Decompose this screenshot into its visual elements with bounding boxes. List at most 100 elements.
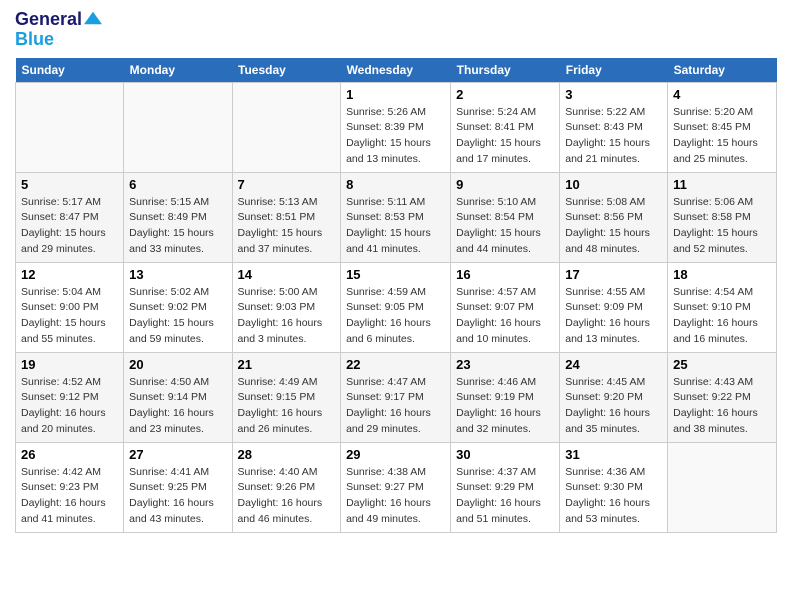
calendar-cell: 2 Sunrise: 5:24 AMSunset: 8:41 PMDayligh…	[451, 82, 560, 172]
calendar-cell: 21 Sunrise: 4:49 AMSunset: 9:15 PMDaylig…	[232, 352, 341, 442]
calendar-week-row: 12 Sunrise: 5:04 AMSunset: 9:00 PMDaylig…	[16, 262, 777, 352]
calendar-cell: 15 Sunrise: 4:59 AMSunset: 9:05 PMDaylig…	[341, 262, 451, 352]
day-info: Sunrise: 4:52 AMSunset: 9:12 PMDaylight:…	[21, 375, 118, 438]
day-number: 3	[565, 87, 662, 102]
logo-text: General	[15, 10, 102, 30]
calendar-cell: 13 Sunrise: 5:02 AMSunset: 9:02 PMDaylig…	[124, 262, 232, 352]
weekday-header-cell: Saturday	[668, 58, 777, 83]
day-info: Sunrise: 5:15 AMSunset: 8:49 PMDaylight:…	[129, 195, 226, 258]
day-info: Sunrise: 5:13 AMSunset: 8:51 PMDaylight:…	[238, 195, 336, 258]
day-info: Sunrise: 5:11 AMSunset: 8:53 PMDaylight:…	[346, 195, 445, 258]
day-number: 22	[346, 357, 445, 372]
day-info: Sunrise: 5:10 AMSunset: 8:54 PMDaylight:…	[456, 195, 554, 258]
calendar-cell: 23 Sunrise: 4:46 AMSunset: 9:19 PMDaylig…	[451, 352, 560, 442]
day-number: 28	[238, 447, 336, 462]
calendar-cell: 6 Sunrise: 5:15 AMSunset: 8:49 PMDayligh…	[124, 172, 232, 262]
day-number: 21	[238, 357, 336, 372]
calendar-cell: 9 Sunrise: 5:10 AMSunset: 8:54 PMDayligh…	[451, 172, 560, 262]
calendar-cell: 4 Sunrise: 5:20 AMSunset: 8:45 PMDayligh…	[668, 82, 777, 172]
logo-blue: Blue	[15, 30, 102, 50]
day-number: 4	[673, 87, 771, 102]
day-number: 20	[129, 357, 226, 372]
day-info: Sunrise: 5:02 AMSunset: 9:02 PMDaylight:…	[129, 285, 226, 348]
day-info: Sunrise: 5:00 AMSunset: 9:03 PMDaylight:…	[238, 285, 336, 348]
calendar-cell: 5 Sunrise: 5:17 AMSunset: 8:47 PMDayligh…	[16, 172, 124, 262]
day-info: Sunrise: 4:40 AMSunset: 9:26 PMDaylight:…	[238, 465, 336, 528]
calendar-cell: 27 Sunrise: 4:41 AMSunset: 9:25 PMDaylig…	[124, 442, 232, 532]
calendar-cell: 10 Sunrise: 5:08 AMSunset: 8:56 PMDaylig…	[560, 172, 668, 262]
weekday-header-cell: Tuesday	[232, 58, 341, 83]
day-info: Sunrise: 4:49 AMSunset: 9:15 PMDaylight:…	[238, 375, 336, 438]
day-info: Sunrise: 5:24 AMSunset: 8:41 PMDaylight:…	[456, 105, 554, 168]
calendar-cell	[124, 82, 232, 172]
day-number: 16	[456, 267, 554, 282]
calendar-cell	[232, 82, 341, 172]
day-info: Sunrise: 4:47 AMSunset: 9:17 PMDaylight:…	[346, 375, 445, 438]
logo: General Blue	[15, 10, 102, 50]
day-info: Sunrise: 4:43 AMSunset: 9:22 PMDaylight:…	[673, 375, 771, 438]
day-number: 14	[238, 267, 336, 282]
day-info: Sunrise: 4:36 AMSunset: 9:30 PMDaylight:…	[565, 465, 662, 528]
calendar-week-row: 26 Sunrise: 4:42 AMSunset: 9:23 PMDaylig…	[16, 442, 777, 532]
calendar-cell: 7 Sunrise: 5:13 AMSunset: 8:51 PMDayligh…	[232, 172, 341, 262]
day-info: Sunrise: 4:42 AMSunset: 9:23 PMDaylight:…	[21, 465, 118, 528]
day-number: 24	[565, 357, 662, 372]
weekday-header-row: SundayMondayTuesdayWednesdayThursdayFrid…	[16, 58, 777, 83]
calendar-cell: 22 Sunrise: 4:47 AMSunset: 9:17 PMDaylig…	[341, 352, 451, 442]
calendar-cell: 1 Sunrise: 5:26 AMSunset: 8:39 PMDayligh…	[341, 82, 451, 172]
calendar-cell: 18 Sunrise: 4:54 AMSunset: 9:10 PMDaylig…	[668, 262, 777, 352]
day-info: Sunrise: 5:06 AMSunset: 8:58 PMDaylight:…	[673, 195, 771, 258]
calendar-cell: 25 Sunrise: 4:43 AMSunset: 9:22 PMDaylig…	[668, 352, 777, 442]
day-number: 26	[21, 447, 118, 462]
day-number: 19	[21, 357, 118, 372]
day-number: 12	[21, 267, 118, 282]
calendar-cell: 24 Sunrise: 4:45 AMSunset: 9:20 PMDaylig…	[560, 352, 668, 442]
day-info: Sunrise: 5:08 AMSunset: 8:56 PMDaylight:…	[565, 195, 662, 258]
day-number: 18	[673, 267, 771, 282]
day-number: 11	[673, 177, 771, 192]
day-info: Sunrise: 4:38 AMSunset: 9:27 PMDaylight:…	[346, 465, 445, 528]
day-number: 6	[129, 177, 226, 192]
day-number: 7	[238, 177, 336, 192]
day-info: Sunrise: 4:45 AMSunset: 9:20 PMDaylight:…	[565, 375, 662, 438]
day-number: 17	[565, 267, 662, 282]
day-info: Sunrise: 4:46 AMSunset: 9:19 PMDaylight:…	[456, 375, 554, 438]
day-info: Sunrise: 5:22 AMSunset: 8:43 PMDaylight:…	[565, 105, 662, 168]
calendar-cell: 12 Sunrise: 5:04 AMSunset: 9:00 PMDaylig…	[16, 262, 124, 352]
calendar-body: 1 Sunrise: 5:26 AMSunset: 8:39 PMDayligh…	[16, 82, 777, 532]
day-number: 31	[565, 447, 662, 462]
day-number: 27	[129, 447, 226, 462]
calendar-cell	[668, 442, 777, 532]
day-info: Sunrise: 5:26 AMSunset: 8:39 PMDaylight:…	[346, 105, 445, 168]
calendar-week-row: 19 Sunrise: 4:52 AMSunset: 9:12 PMDaylig…	[16, 352, 777, 442]
calendar-cell: 8 Sunrise: 5:11 AMSunset: 8:53 PMDayligh…	[341, 172, 451, 262]
day-number: 25	[673, 357, 771, 372]
day-info: Sunrise: 5:04 AMSunset: 9:00 PMDaylight:…	[21, 285, 118, 348]
calendar-cell: 28 Sunrise: 4:40 AMSunset: 9:26 PMDaylig…	[232, 442, 341, 532]
calendar-week-row: 1 Sunrise: 5:26 AMSunset: 8:39 PMDayligh…	[16, 82, 777, 172]
day-info: Sunrise: 4:57 AMSunset: 9:07 PMDaylight:…	[456, 285, 554, 348]
calendar-cell: 14 Sunrise: 5:00 AMSunset: 9:03 PMDaylig…	[232, 262, 341, 352]
day-number: 9	[456, 177, 554, 192]
day-info: Sunrise: 4:54 AMSunset: 9:10 PMDaylight:…	[673, 285, 771, 348]
day-number: 15	[346, 267, 445, 282]
calendar-cell: 31 Sunrise: 4:36 AMSunset: 9:30 PMDaylig…	[560, 442, 668, 532]
calendar-cell: 11 Sunrise: 5:06 AMSunset: 8:58 PMDaylig…	[668, 172, 777, 262]
day-number: 10	[565, 177, 662, 192]
calendar-cell: 16 Sunrise: 4:57 AMSunset: 9:07 PMDaylig…	[451, 262, 560, 352]
calendar-cell: 29 Sunrise: 4:38 AMSunset: 9:27 PMDaylig…	[341, 442, 451, 532]
weekday-header-cell: Wednesday	[341, 58, 451, 83]
day-number: 2	[456, 87, 554, 102]
day-number: 29	[346, 447, 445, 462]
calendar-cell: 3 Sunrise: 5:22 AMSunset: 8:43 PMDayligh…	[560, 82, 668, 172]
weekday-header-cell: Monday	[124, 58, 232, 83]
day-number: 13	[129, 267, 226, 282]
calendar-cell: 17 Sunrise: 4:55 AMSunset: 9:09 PMDaylig…	[560, 262, 668, 352]
weekday-header-cell: Thursday	[451, 58, 560, 83]
day-number: 1	[346, 87, 445, 102]
day-info: Sunrise: 5:20 AMSunset: 8:45 PMDaylight:…	[673, 105, 771, 168]
header: General Blue	[15, 10, 777, 50]
calendar-cell	[16, 82, 124, 172]
calendar-week-row: 5 Sunrise: 5:17 AMSunset: 8:47 PMDayligh…	[16, 172, 777, 262]
day-info: Sunrise: 4:59 AMSunset: 9:05 PMDaylight:…	[346, 285, 445, 348]
